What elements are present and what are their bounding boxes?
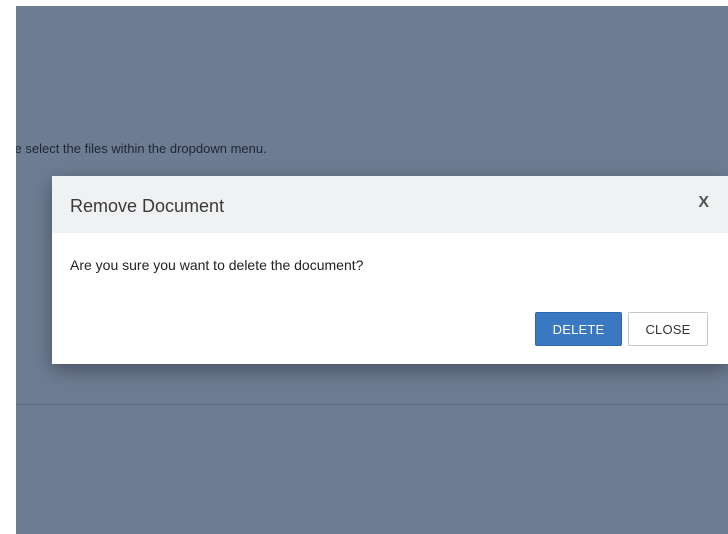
instruction-text: se select the files within the dropdown … — [16, 141, 267, 156]
delete-button[interactable]: DELETE — [535, 312, 622, 346]
close-icon[interactable]: X — [698, 194, 709, 212]
close-button[interactable]: CLOSE — [628, 312, 708, 346]
dialog-message: Are you sure you want to delete the docu… — [70, 257, 364, 273]
dialog-title: Remove Document — [70, 196, 225, 216]
divider — [16, 404, 728, 405]
remove-document-dialog: Remove Document X Are you sure you want … — [52, 176, 728, 364]
dialog-header: Remove Document X — [52, 176, 728, 233]
